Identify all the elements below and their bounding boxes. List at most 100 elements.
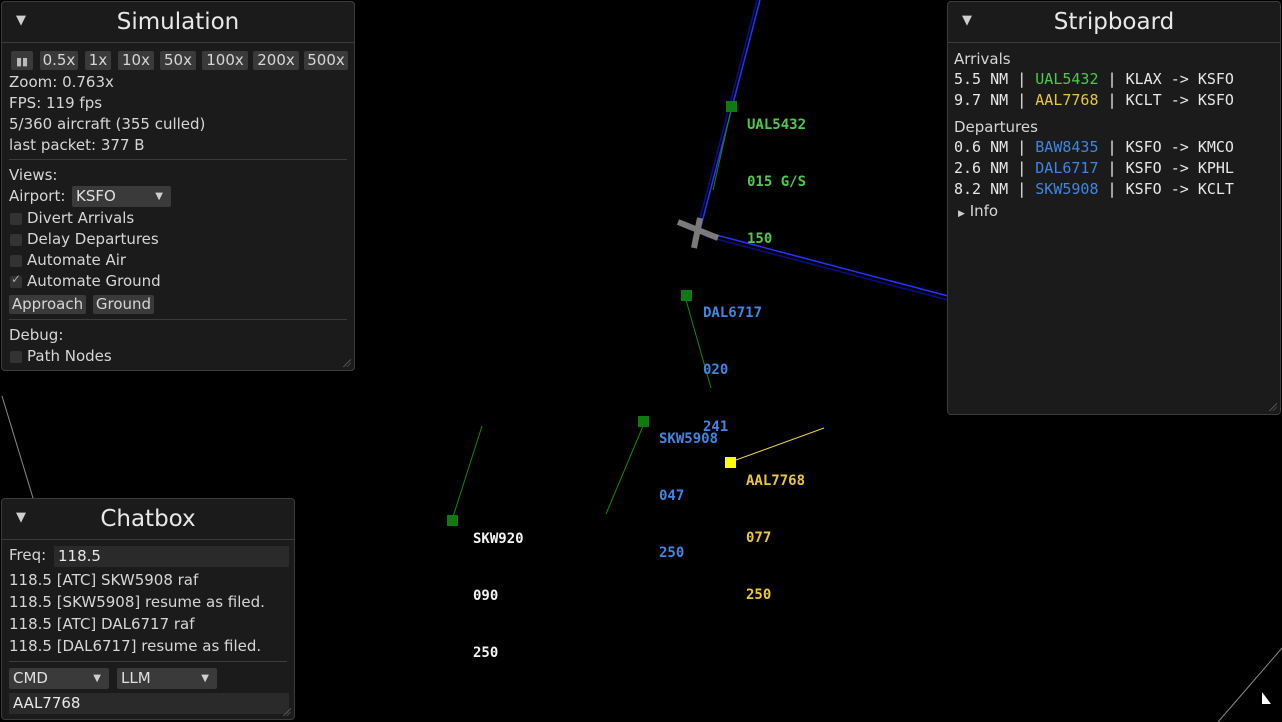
speed-button-10x[interactable]: 10x xyxy=(118,51,154,70)
resize-grip-icon[interactable] xyxy=(1269,403,1277,411)
arrivals-label: Arrivals xyxy=(954,50,1011,68)
strip-route: | KLAX -> KSFO xyxy=(1098,70,1234,88)
stripboard-panel: ▼ Stripboard Arrivals 5.5 NM | UAL5432 |… xyxy=(947,1,1281,415)
strip-departure-skw5908[interactable]: 8.2 NM | SKW5908 | KSFO -> KCLT xyxy=(954,180,1234,198)
strip-route: | KSFO -> KPHL xyxy=(1098,159,1234,177)
datablock-line3: 150 xyxy=(747,231,773,247)
datablock-line3: 250 xyxy=(746,587,772,603)
delay-departures-checkbox[interactable] xyxy=(10,234,22,246)
strip-callsign: UAL5432 xyxy=(1035,70,1099,88)
path-nodes-checkbox[interactable] xyxy=(10,351,22,363)
fps-readout: FPS: 119 fps xyxy=(9,94,103,112)
strip-distance: 0.6 NM | xyxy=(954,138,1036,156)
resize-grip-icon[interactable] xyxy=(343,359,351,367)
aircraft-count: 5/360 aircraft (355 culled) xyxy=(9,115,206,133)
skw5908-leader xyxy=(605,425,644,515)
expand-triangle-icon: ▶ xyxy=(958,209,965,219)
stripboard-header[interactable]: ▼ Stripboard xyxy=(948,2,1280,43)
ual5432-leader xyxy=(712,109,732,191)
simulation-panel: ▼ Simulation ▮▮ 0.5x 1x 10x 50x 100x 200… xyxy=(1,1,355,371)
strip-distance: 9.7 NM | xyxy=(954,91,1036,109)
divider xyxy=(9,319,347,320)
chat-message: 118.5 [DAL6717] resume as filed. xyxy=(9,637,262,655)
datablock-aal7768[interactable]: AAL7768 077 250 xyxy=(746,434,805,624)
freq-input[interactable]: 118.5 xyxy=(54,546,289,567)
strip-distance: 8.2 NM | xyxy=(954,180,1036,198)
datablock-callsign: DAL6717 xyxy=(703,305,763,321)
zoom-readout: Zoom: 0.763x xyxy=(9,73,114,91)
datablock-callsign: UAL5432 xyxy=(747,117,807,133)
last-packet: last packet: 377 B xyxy=(9,136,145,154)
chatbox-panel: ▼ Chatbox Freq: 118.5 118.5 [ATC] SKW590… xyxy=(1,498,295,720)
strip-route: | KCLT -> KSFO xyxy=(1098,91,1234,109)
skw5908-target[interactable] xyxy=(638,416,649,427)
aal7768-target[interactable] xyxy=(725,457,736,468)
automate-ground-label: Automate Ground xyxy=(27,272,161,290)
resize-grip-icon[interactable] xyxy=(283,708,291,716)
chat-message: 118.5 [SKW5908] resume as filed. xyxy=(9,593,265,611)
strip-distance: 2.6 NM | xyxy=(954,159,1036,177)
pause-button[interactable]: ▮▮ xyxy=(11,51,33,70)
strip-callsign: AAL7768 xyxy=(1035,91,1099,109)
chatbox-header[interactable]: ▼ Chatbox xyxy=(2,499,294,540)
speed-button-1x[interactable]: 1x xyxy=(85,51,111,70)
departures-label: Departures xyxy=(954,118,1038,136)
strip-callsign: DAL6717 xyxy=(1035,159,1099,177)
strip-departure-baw8435[interactable]: 0.6 NM | BAW8435 | KSFO -> KMCO xyxy=(954,138,1234,156)
info-label: Info xyxy=(969,202,999,220)
panel-title: Stripboard xyxy=(1053,9,1175,35)
airport-select[interactable]: KSFO ▼ xyxy=(72,186,171,207)
engine-select[interactable]: LLM ▼ xyxy=(117,668,217,689)
range-line-left xyxy=(1,395,34,499)
strip-arrival-ual5432[interactable]: 5.5 NM | UAL5432 | KLAX -> KSFO xyxy=(954,70,1234,88)
dropdown-arrow-icon: ▼ xyxy=(201,673,209,684)
speed-button-200x[interactable]: 200x xyxy=(253,51,299,70)
skw920-target[interactable] xyxy=(447,515,458,526)
divert-arrivals-checkbox[interactable] xyxy=(10,213,22,225)
delay-departures-label: Delay Departures xyxy=(27,230,159,248)
command-input[interactable]: AAL7768 xyxy=(9,693,289,714)
dal6717-target[interactable] xyxy=(681,290,692,301)
strip-callsign: SKW5908 xyxy=(1035,180,1099,198)
strip-callsign: BAW8435 xyxy=(1035,138,1099,156)
debug-label: Debug: xyxy=(9,326,64,344)
ual5432-target[interactable] xyxy=(726,101,737,112)
mode-select[interactable]: CMD ▼ xyxy=(9,668,109,689)
simulation-header[interactable]: ▼ Simulation xyxy=(2,2,354,43)
datablock-line2: 020 xyxy=(703,362,729,378)
strip-route: | KSFO -> KCLT xyxy=(1098,180,1234,198)
automate-air-checkbox[interactable] xyxy=(10,255,22,267)
datablock-line2: 077 xyxy=(746,530,772,546)
strip-arrival-aal7768[interactable]: 9.7 NM | AAL7768 | KCLT -> KSFO xyxy=(954,91,1234,109)
ground-button[interactable]: Ground xyxy=(93,295,154,314)
speed-button-0.5x[interactable]: 0.5x xyxy=(40,51,78,70)
datablock-line2: 047 xyxy=(659,488,685,504)
freq-label: Freq: xyxy=(9,546,47,564)
divert-arrivals-label: Divert Arrivals xyxy=(27,209,135,227)
path-nodes-label: Path Nodes xyxy=(27,347,112,365)
airport-symbol xyxy=(676,217,720,249)
strip-distance: 5.5 NM | xyxy=(954,70,1036,88)
dropdown-arrow-icon: ▼ xyxy=(155,191,163,202)
chat-message: 118.5 [ATC] SKW5908 raf xyxy=(9,571,199,589)
pause-icon: ▮▮ xyxy=(15,55,29,68)
strip-departure-dal6717[interactable]: 2.6 NM | DAL6717 | KSFO -> KPHL xyxy=(954,159,1234,177)
airport-label: Airport: xyxy=(9,187,66,205)
datablock-line3: 250 xyxy=(659,545,685,561)
approach-button[interactable]: Approach xyxy=(9,295,86,314)
automate-ground-checkbox[interactable] xyxy=(10,272,22,288)
divider xyxy=(9,661,287,662)
datablock-callsign: AAL7768 xyxy=(746,473,806,489)
datablock-skw920[interactable]: SKW920 090 250 xyxy=(473,492,524,682)
speed-button-100x[interactable]: 100x xyxy=(202,51,248,70)
speed-button-500x[interactable]: 500x xyxy=(304,51,348,70)
info-collapsible[interactable]: ▶ Info xyxy=(958,202,998,220)
dropdown-arrow-icon: ▼ xyxy=(93,673,101,684)
datablock-ual5432[interactable]: UAL5432 015 G/S 150 xyxy=(747,78,806,268)
datablock-line2: 090 xyxy=(473,588,499,604)
datablock-skw5908[interactable]: SKW5908 047 250 xyxy=(659,392,718,582)
speed-button-50x[interactable]: 50x xyxy=(160,51,196,70)
mode-select-value: CMD xyxy=(13,669,48,687)
mouse-cursor-icon xyxy=(1262,692,1271,704)
datablock-callsign: SKW920 xyxy=(473,531,524,547)
